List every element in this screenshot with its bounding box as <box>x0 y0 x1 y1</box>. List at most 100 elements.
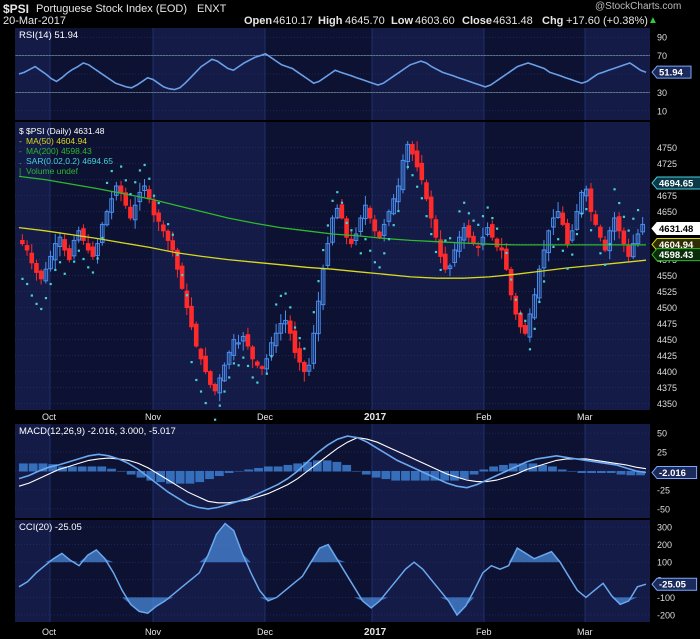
sar-dot <box>392 224 395 227</box>
sar-dot <box>30 294 33 297</box>
sar-dot <box>378 266 381 269</box>
candle-down <box>208 371 213 385</box>
sar-dot <box>632 217 635 220</box>
y-tick-label: 90 <box>657 33 667 43</box>
month-band <box>372 520 484 622</box>
x-tick-label: Nov <box>145 412 162 422</box>
candle-down <box>616 216 622 232</box>
sar-dot <box>303 347 306 350</box>
macd-panel: 50250-25-50MACD(12,26,9) -2.016, 3.000, … <box>15 424 698 518</box>
macd-histogram-bar <box>205 471 214 480</box>
sar-dot <box>571 253 574 256</box>
sar-dot <box>176 253 179 256</box>
candle-down <box>118 185 124 193</box>
sar-dot <box>35 302 38 305</box>
candle-down <box>245 334 251 347</box>
candle-down <box>161 224 166 232</box>
macd-histogram-bar <box>606 471 616 474</box>
sar-dot <box>505 251 508 255</box>
sar-dot <box>519 312 522 315</box>
candle-down <box>419 162 425 181</box>
candle-down <box>428 196 434 219</box>
y-tick-label: 4725 <box>657 159 677 169</box>
sar-dot <box>383 252 386 255</box>
x-tick-label: Dec <box>257 627 274 637</box>
candle-down <box>198 348 204 360</box>
candle-down <box>475 245 481 249</box>
price-legend-item: MA(200) 4598.43 <box>26 146 92 156</box>
price-legend-item: Volume undef <box>26 166 79 176</box>
cci-panel: 3002001000-100-200CCI(20) -25.05-25.05 <box>15 520 698 622</box>
sar-dot <box>387 238 391 241</box>
legend-swatch: . <box>19 156 21 166</box>
candle-down <box>38 270 44 280</box>
macd-histogram-bar <box>273 466 283 472</box>
y-tick-label: 25 <box>657 448 667 458</box>
sar-dot <box>495 227 499 230</box>
sar-dot <box>228 376 231 379</box>
candle-down <box>626 244 631 257</box>
sar-dot <box>251 376 254 379</box>
month-band <box>153 520 265 622</box>
macd-histogram-bar <box>175 471 185 484</box>
sar-dot <box>533 327 536 330</box>
candle-down <box>508 268 514 296</box>
sar-dot <box>486 206 489 209</box>
candle-down <box>128 206 133 219</box>
sar-dot <box>364 238 367 241</box>
rsi-value-tag: 51.94 <box>659 68 683 79</box>
candle-down <box>292 330 298 353</box>
sar-dot <box>585 208 588 211</box>
sar-dot <box>627 229 630 232</box>
x-tick-label: 2017 <box>364 627 387 638</box>
y-tick-label: 4425 <box>657 351 677 361</box>
candle-down <box>297 348 302 363</box>
sar-dot <box>575 233 579 236</box>
sar-dot <box>87 266 90 269</box>
candle-down <box>24 245 30 251</box>
candle-down <box>302 361 307 373</box>
macd-histogram-bar <box>322 460 332 472</box>
macd-histogram-bar <box>19 463 28 472</box>
macd-histogram-bar <box>381 471 391 480</box>
sar-dot <box>171 233 174 236</box>
sar-dot <box>246 364 250 368</box>
legend-swatch: - <box>19 146 22 156</box>
sar-dot <box>110 169 113 173</box>
sar-dot <box>44 297 48 300</box>
y-tick-label: 4750 <box>657 143 677 153</box>
macd-histogram-bar <box>283 464 293 472</box>
candle-down <box>165 230 171 241</box>
y-tick-label: 4400 <box>657 367 677 377</box>
macd-histogram-bar <box>557 469 567 472</box>
sar-dot <box>218 404 221 407</box>
sar-dot <box>54 268 57 272</box>
sar-dot <box>481 215 485 218</box>
legend-swatch: $ <box>19 126 24 136</box>
candle-down <box>29 252 35 264</box>
month-band <box>153 28 265 120</box>
sar-dot <box>359 252 362 255</box>
legend-swatch: | <box>19 166 21 176</box>
sar-dot <box>293 326 297 329</box>
y-tick-label: 4650 <box>657 207 677 217</box>
macd-histogram-bar <box>597 471 606 474</box>
macd-histogram-bar <box>371 471 381 478</box>
y-tick-label: 50 <box>657 429 667 439</box>
month-band <box>372 122 484 410</box>
sar-dot <box>138 169 142 172</box>
y-tick-label: -100 <box>657 593 675 603</box>
x-tick-label: Feb <box>476 627 492 637</box>
sar-dot <box>463 201 466 204</box>
x-tick-label: Feb <box>476 412 492 422</box>
macd-histogram-bar <box>577 471 587 474</box>
sar-dot <box>237 364 240 367</box>
y-tick-label: 4550 <box>657 271 677 281</box>
sar-dot <box>73 260 76 263</box>
y-tick-label: 4375 <box>657 383 677 393</box>
sar-dot <box>82 257 85 261</box>
sar-dot <box>120 165 123 168</box>
macd-histogram-bar <box>126 471 136 475</box>
candle-down <box>372 219 378 232</box>
sar-dot <box>256 381 259 384</box>
